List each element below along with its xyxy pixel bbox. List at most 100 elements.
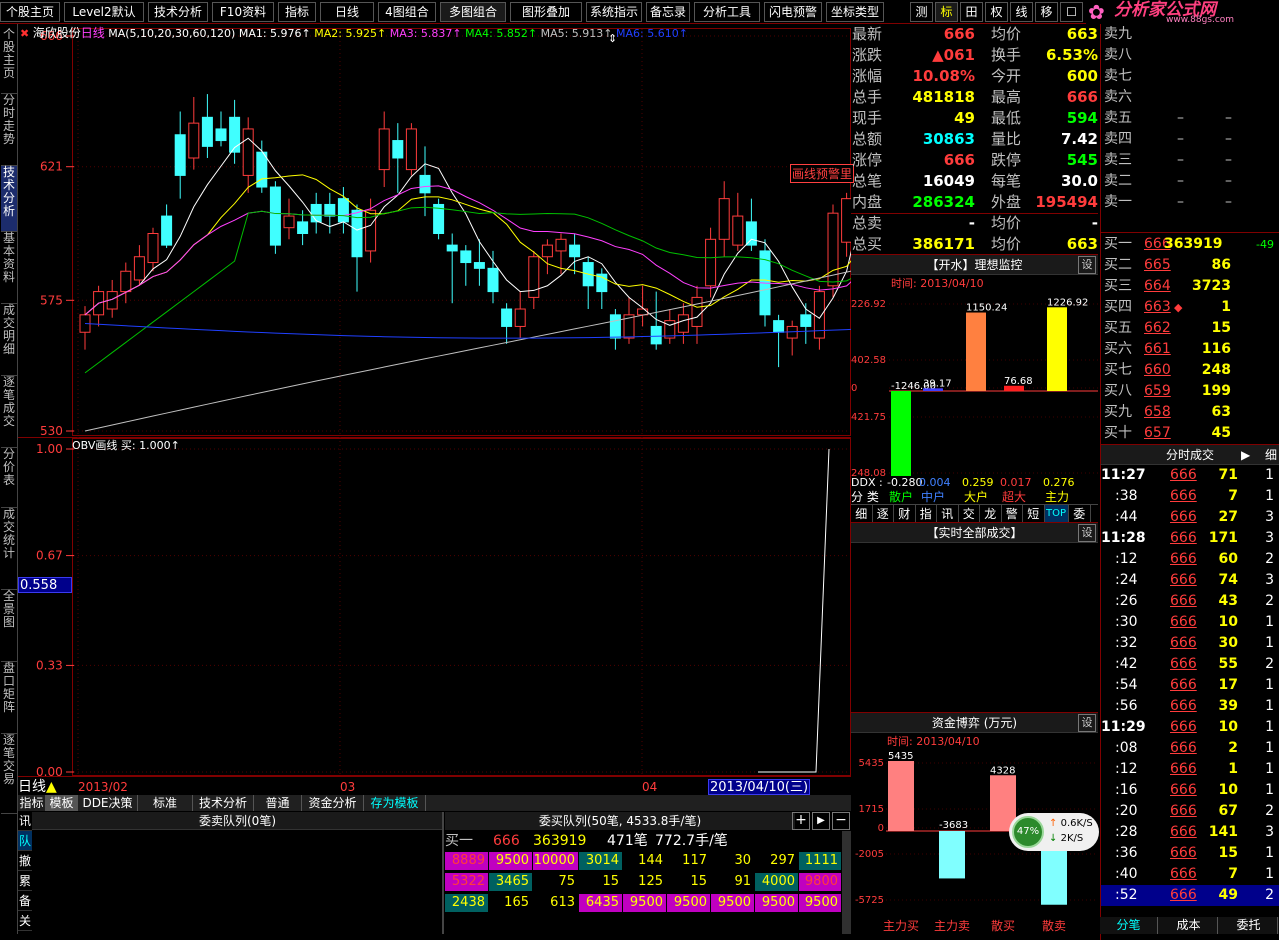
monitor-tab-5[interactable]: 交 [959, 505, 980, 523]
close-x-icon[interactable]: ✖ [20, 27, 29, 40]
monitor-category-1: 中户 [921, 489, 945, 504]
alltrades-settings-button[interactable]: 设 [1078, 524, 1096, 542]
monitor-tab-6[interactable]: 龙 [980, 505, 1002, 523]
bottom-side-tab-5[interactable]: 关 [18, 911, 32, 931]
bottom-tab-3[interactable]: 标准 [138, 795, 193, 811]
menu-item-3[interactable]: F10资料 [212, 2, 274, 22]
leftnav-8[interactable]: 全景图 [1, 590, 17, 662]
menu-item-8[interactable]: 图形叠加 [510, 2, 582, 22]
menu-item-12[interactable]: 闪电预警 [764, 2, 822, 22]
monitor-tab-4[interactable]: 讯 [937, 505, 959, 523]
kline-chart-area[interactable]: 666 621 575 530 1.00 0.67 0.33 0.00 ⇕ ✖ 海欣股份日线 M… [18, 24, 866, 795]
alert-annotation[interactable]: 画线预警里 [790, 164, 855, 183]
ticks-detail-button[interactable]: 细 [1265, 445, 1277, 466]
leftnav-4[interactable]: 成交明细 [1, 304, 17, 376]
bottom-side-tab-1[interactable]: 队 [18, 831, 32, 851]
tick-time: :42 [1115, 656, 1138, 672]
queue-add-button[interactable]: + [792, 812, 810, 830]
leftnav-1[interactable]: 分时走势 [1, 94, 17, 166]
leftnav-3[interactable]: 基本资料 [1, 232, 17, 304]
monitor-tab-10[interactable]: 委 [1069, 505, 1091, 523]
menu-item-11[interactable]: 分析工具 [694, 2, 760, 22]
bottom-tab-0[interactable]: 指标 [18, 795, 46, 811]
kline-chart-svg[interactable]: 6666215755301.000.670.330.00⇕ [18, 24, 866, 795]
leftnav-0[interactable]: 个股主页 [1, 28, 17, 94]
leftnav-6[interactable]: 分价表 [1, 448, 17, 508]
bottom-tab-7[interactable]: 存为模板 [364, 795, 426, 811]
menu-right-1[interactable]: 标 [935, 2, 958, 22]
bottom-tab-5[interactable]: 普通 [254, 795, 302, 811]
monitor-tab-0[interactable]: 细 [851, 505, 873, 523]
leftnav-2[interactable]: 技术分析 [1, 166, 17, 232]
tick-row-13[interactable]: :08 666 2 1 [1101, 738, 1279, 759]
queue-cell: 9500 [667, 894, 710, 912]
menu-item-9[interactable]: 系统指示 [586, 2, 642, 22]
queue-minus-button[interactable]: − [832, 812, 850, 830]
tick-volume: 10 [1218, 719, 1238, 735]
leftnav-7[interactable]: 成交统计 [1, 508, 17, 590]
menu-item-13[interactable]: 坐标类型 [826, 2, 884, 22]
queue-next-icon[interactable]: ▶ [812, 812, 830, 830]
tick-row-0[interactable]: 11:27 666 71 1 [1101, 465, 1279, 486]
leftnav-9[interactable]: 盘口矩阵 [1, 662, 17, 734]
tick-row-15[interactable]: :16 666 10 1 [1101, 780, 1279, 801]
play-icon[interactable]: ▶ [1241, 445, 1250, 466]
tick-row-4[interactable]: :12 666 60 2 [1101, 549, 1279, 570]
tick-row-10[interactable]: :54 666 17 1 [1101, 675, 1279, 696]
menu-right-4[interactable]: 线 [1010, 2, 1033, 22]
tick-row-14[interactable]: :12 666 1 1 [1101, 759, 1279, 780]
menu-item-1[interactable]: Level2默认 [64, 2, 144, 22]
leftnav-10[interactable]: 逐笔交易 [1, 734, 17, 814]
tick-price: 666 [1170, 509, 1197, 525]
tick-row-7[interactable]: :30 666 10 1 [1101, 612, 1279, 633]
menu-item-7[interactable]: 多图组合 [440, 2, 506, 22]
menu-right-3[interactable]: 权 [985, 2, 1008, 22]
menu-item-10[interactable]: 备忘录 [646, 2, 690, 22]
menu-item-6[interactable]: 4图组合 [378, 2, 436, 22]
tick-row-20[interactable]: :52 666 49 2 [1101, 885, 1279, 906]
tick-row-5[interactable]: :24 666 74 3 [1101, 570, 1279, 591]
menu-item-5[interactable]: 日线 [320, 2, 374, 22]
tick-row-19[interactable]: :40 666 7 1 [1101, 864, 1279, 885]
menu-right-6[interactable]: ☐ [1060, 2, 1083, 22]
bottom-side-tab-0[interactable]: 讯 [18, 811, 32, 831]
monitor-tab-3[interactable]: 指 [916, 505, 937, 523]
ticks-tab-0[interactable]: 分笔 [1100, 917, 1158, 934]
menu-item-4[interactable]: 指标 [278, 2, 316, 22]
tick-row-16[interactable]: :20 666 67 2 [1101, 801, 1279, 822]
bottom-tab-1[interactable]: 模板 [46, 795, 78, 811]
monitor-settings-button[interactable]: 设 [1078, 256, 1096, 274]
capital-settings-button[interactable]: 设 [1078, 714, 1096, 732]
bottom-side-tab-2[interactable]: 撤 [18, 851, 32, 871]
leftnav-5[interactable]: 逐笔成交 [1, 376, 17, 448]
tick-row-6[interactable]: :26 666 43 2 [1101, 591, 1279, 612]
bottom-tab-6[interactable]: 资金分析 [302, 795, 364, 811]
bottom-side-tab-4[interactable]: 备 [18, 891, 32, 911]
monitor-tab-9[interactable]: TOP [1044, 505, 1069, 523]
menu-right-5[interactable]: 移 [1035, 2, 1058, 22]
monitor-tab-2[interactable]: 财 [894, 505, 916, 523]
menu-item-2[interactable]: 技术分析 [148, 2, 208, 22]
tick-row-17[interactable]: :28 666 141 3 [1101, 822, 1279, 843]
quote-label: 内盘 [852, 193, 883, 211]
tick-row-12[interactable]: 11:29 666 10 1 [1101, 717, 1279, 738]
ticks-tab-2[interactable]: 委托 [1220, 917, 1278, 934]
tick-row-3[interactable]: 11:28 666 171 3 [1101, 528, 1279, 549]
menu-right-0[interactable]: 测 [910, 2, 933, 22]
monitor-tab-1[interactable]: 逐 [873, 505, 894, 523]
bottom-tab-2[interactable]: DDE决策 [78, 795, 138, 811]
monitor-tab-8[interactable]: 短 [1023, 505, 1045, 523]
bottom-tab-4[interactable]: 技术分析 [193, 795, 254, 811]
queue-scrollbar[interactable] [842, 831, 851, 934]
tick-row-11[interactable]: :56 666 39 1 [1101, 696, 1279, 717]
tick-row-18[interactable]: :36 666 15 1 [1101, 843, 1279, 864]
tick-row-9[interactable]: :42 666 55 2 [1101, 654, 1279, 675]
tick-row-1[interactable]: :38 666 7 1 [1101, 486, 1279, 507]
monitor-tab-7[interactable]: 警 [1002, 505, 1023, 523]
menu-item-0[interactable]: 个股主页 [0, 2, 60, 22]
ticks-tab-1[interactable]: 成本 [1160, 917, 1218, 934]
tick-row-2[interactable]: :44 666 27 3 [1101, 507, 1279, 528]
tick-row-8[interactable]: :32 666 30 1 [1101, 633, 1279, 654]
bottom-side-tab-3[interactable]: 累 [18, 871, 32, 891]
menu-right-2[interactable]: 田 [960, 2, 983, 22]
